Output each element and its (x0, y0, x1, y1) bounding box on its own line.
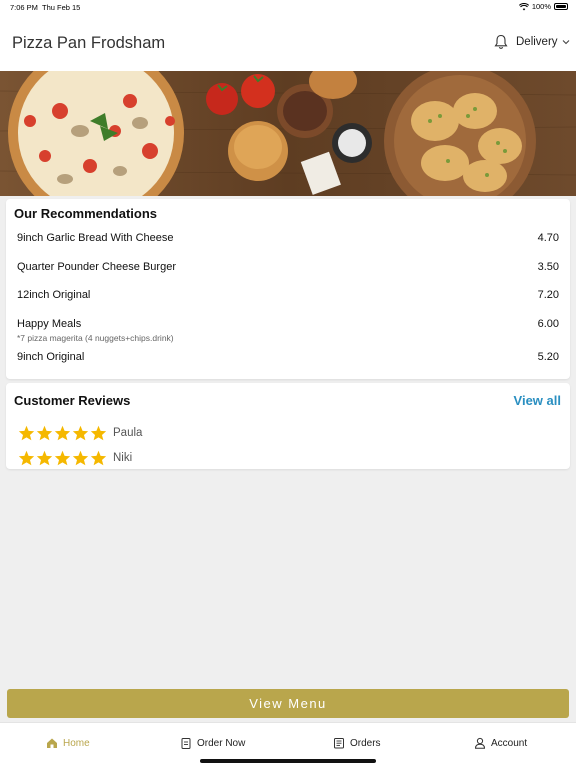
star-icon (54, 425, 71, 441)
status-right: 100% (518, 2, 568, 11)
order-mode-selector[interactable]: Delivery (516, 36, 570, 48)
item-price: 3.50 (537, 261, 559, 273)
receipt-icon (334, 738, 344, 749)
item-price: 6.00 (537, 318, 559, 330)
recommendation-item[interactable]: Quarter Pounder Cheese Burger 3.50 (17, 261, 559, 273)
status-bar: 7:06 PM Thu Feb 15 100% (0, 0, 576, 14)
recommendations-title: Our Recommendations (14, 206, 158, 221)
tab-label: Order Now (197, 737, 246, 749)
star-icon (36, 425, 53, 441)
clipboard-icon (181, 738, 191, 749)
rating-stars (18, 450, 107, 466)
item-price: 7.20 (537, 289, 559, 301)
tab-order-now[interactable]: Order Now (180, 737, 245, 749)
battery-icon (554, 3, 568, 10)
status-time: 7:06 PM (10, 3, 38, 12)
recommendations-card: Our Recommendations 9inch Garlic Bread W… (6, 199, 570, 379)
recommendation-item[interactable]: 12inch Original 7.20 (17, 289, 559, 301)
recommendation-item[interactable]: 9inch Garlic Bread With Cheese 4.70 (17, 232, 559, 244)
star-icon (72, 425, 89, 441)
tab-orders[interactable]: Orders (333, 737, 381, 749)
item-name: Happy Meals (17, 318, 82, 330)
item-price: 4.70 (537, 232, 559, 244)
status-date: Thu Feb 15 (42, 3, 81, 12)
star-icon (18, 425, 35, 441)
chevron-down-icon (562, 40, 569, 45)
item-price: 5.20 (537, 351, 559, 363)
item-name: 12inch Original (17, 289, 91, 301)
tab-label: Account (491, 737, 528, 749)
star-icon (36, 450, 53, 466)
star-icon (18, 450, 35, 466)
hero-banner-image (0, 71, 576, 196)
item-name: 9inch Garlic Bread With Cheese (17, 232, 174, 244)
star-icon (90, 425, 107, 441)
wifi-icon (518, 2, 529, 10)
rating-stars (18, 425, 107, 441)
order-mode-label: Delivery (516, 36, 558, 48)
star-icon (90, 450, 107, 466)
reviews-title: Customer Reviews (14, 393, 131, 408)
user-icon (474, 737, 486, 749)
recommendation-item[interactable]: 9inch Original 5.20 (17, 351, 559, 363)
reviewer-name: Niki (113, 452, 133, 464)
home-indicator (200, 759, 376, 763)
restaurant-title: Pizza Pan Frodsham (12, 34, 166, 52)
tab-home[interactable]: Home (46, 737, 90, 749)
item-description: *7 pizza magerita (4 nuggets+chips.drink… (17, 333, 174, 343)
reviewer-name: Paula (113, 427, 143, 439)
home-icon (47, 738, 57, 748)
star-icon (72, 450, 89, 466)
item-name: 9inch Original (17, 351, 85, 363)
tab-label: Orders (350, 737, 381, 749)
battery-percent: 100% (531, 2, 551, 11)
app-header: Pizza Pan Frodsham Delivery (0, 14, 576, 71)
review-item[interactable]: Niki (18, 450, 132, 466)
tab-account[interactable]: Account (474, 737, 527, 749)
view-menu-button[interactable]: View Menu (7, 689, 569, 718)
item-name: Quarter Pounder Cheese Burger (17, 261, 176, 273)
bell-icon[interactable] (494, 34, 508, 50)
star-icon (54, 450, 71, 466)
tab-label: Home (63, 737, 90, 749)
review-item[interactable]: Paula (18, 425, 142, 441)
recommendation-item[interactable]: Happy Meals 6.00 *7 pizza magerita (4 nu… (17, 318, 559, 343)
reviews-card: Customer Reviews View all Paula Niki (6, 383, 570, 469)
view-all-reviews-link[interactable]: View all (514, 393, 561, 408)
